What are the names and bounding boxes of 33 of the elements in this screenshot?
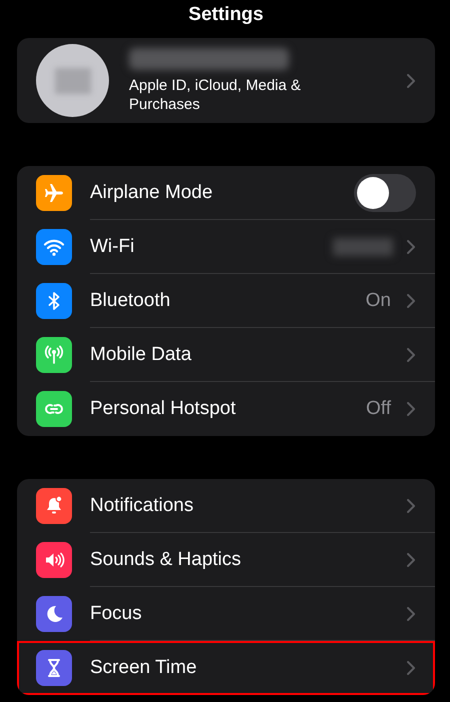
settings-row[interactable]: Sounds & Haptics [17, 533, 435, 587]
settings-row[interactable]: Wi-Fi [17, 220, 435, 274]
row-label: Wi-Fi [90, 236, 136, 258]
row-label: Focus [90, 602, 143, 624]
chevron-icon [407, 552, 415, 566]
profile-subtitle: Apple ID, iCloud, Media & Purchases [129, 76, 301, 114]
profile-card[interactable]: Apple ID, iCloud, Media & Purchases [17, 38, 435, 123]
row-label: Screen Time [90, 657, 198, 679]
row-label: Mobile Data [90, 344, 192, 366]
chevron-icon [407, 606, 415, 620]
chevron-icon [407, 240, 415, 254]
row-detail: On [366, 290, 391, 312]
row-label: Personal Hotspot [90, 398, 237, 420]
row-label: Sounds & Haptics [90, 548, 242, 570]
chevron-icon [407, 348, 415, 362]
chevron-icon [407, 74, 415, 88]
row-detail: Off [366, 398, 391, 420]
settings-row[interactable]: Notifications [17, 479, 435, 533]
page-title: Settings [188, 3, 264, 27]
chevron-icon [407, 402, 415, 416]
settings-row[interactable]: Bluetooth On [17, 274, 435, 328]
settings-row[interactable]: Airplane Mode [17, 166, 435, 220]
settings-row[interactable]: Focus [17, 587, 435, 641]
settings-row[interactable]: Personal Hotspot Off [17, 382, 435, 436]
chevron-icon [407, 498, 415, 512]
row-label: Bluetooth [90, 290, 172, 312]
row-label: Airplane Mode [90, 182, 214, 204]
chevron-icon [407, 294, 415, 308]
toggle-switch[interactable] [354, 174, 416, 212]
settings-row[interactable]: Screen Time [17, 641, 435, 695]
settings-row[interactable]: Mobile Data [17, 328, 435, 382]
chevron-icon [407, 661, 415, 675]
row-label: Notifications [90, 494, 194, 516]
